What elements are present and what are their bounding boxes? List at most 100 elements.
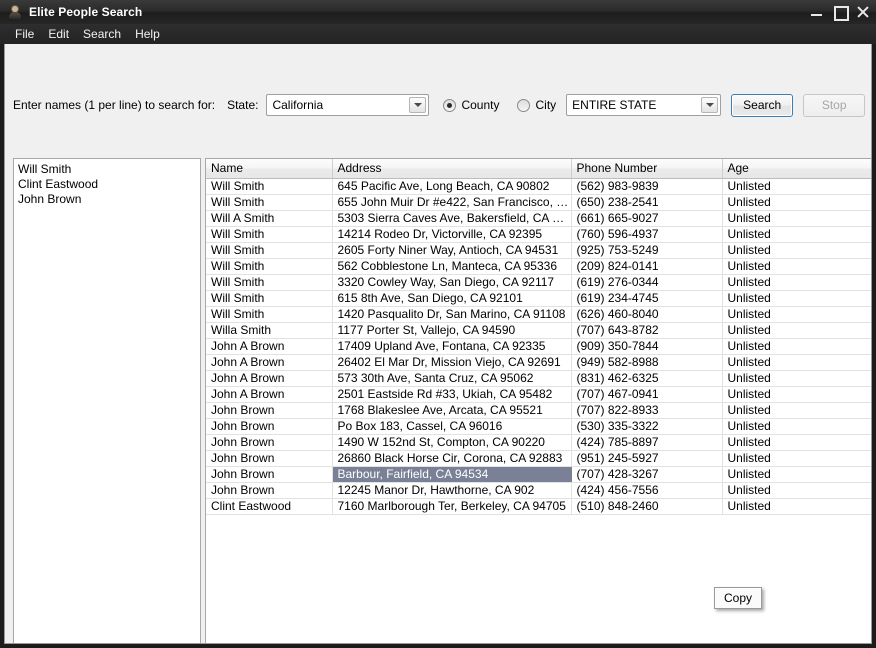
- column-header-phone[interactable]: Phone Number: [571, 159, 723, 179]
- cell-phone[interactable]: (424) 456-7556: [571, 482, 723, 499]
- cell-phone[interactable]: (619) 234-4745: [571, 290, 723, 307]
- names-input[interactable]: Will Smith Clint Eastwood John Brown: [13, 158, 201, 643]
- cell-age[interactable]: Unlisted: [722, 306, 871, 323]
- cell-phone[interactable]: (909) 350-7844: [571, 338, 723, 355]
- cell-phone[interactable]: (619) 276-0344: [571, 274, 723, 291]
- cell-name[interactable]: Will Smith: [206, 226, 333, 243]
- cell-phone[interactable]: (650) 238-2541: [571, 194, 723, 211]
- cell-name[interactable]: John A Brown: [206, 370, 333, 387]
- cell-address[interactable]: 1420 Pasqualito Dr, San Marino, CA 91108: [332, 306, 572, 323]
- cell-age[interactable]: Unlisted: [722, 482, 871, 499]
- cell-age[interactable]: Unlisted: [722, 354, 871, 371]
- cell-phone[interactable]: (707) 643-8782: [571, 322, 723, 339]
- cell-name[interactable]: John Brown: [206, 434, 333, 451]
- cell-name[interactable]: Will Smith: [206, 306, 333, 323]
- table-row[interactable]: Will A Smith 5303 Sierra Caves Ave, Baker…: [206, 210, 871, 227]
- cell-name[interactable]: John A Brown: [206, 386, 333, 403]
- cell-name[interactable]: John A Brown: [206, 338, 333, 355]
- scope-radio-county[interactable]: County: [443, 98, 499, 112]
- table-row[interactable]: Will Smith 655 John Muir Dr #e422, San Fr…: [206, 194, 871, 211]
- state-dropdown[interactable]: California: [266, 94, 430, 116]
- cell-name[interactable]: Will Smith: [206, 258, 333, 275]
- cell-name[interactable]: Willa Smith: [206, 322, 333, 339]
- cell-name[interactable]: John Brown: [206, 466, 333, 483]
- table-row[interactable]: John A Brown 2501 Eastside Rd #33, Ukiah,…: [206, 386, 871, 403]
- cell-phone[interactable]: (626) 460-8040: [571, 306, 723, 323]
- cell-phone[interactable]: (424) 785-8897: [571, 434, 723, 451]
- table-row[interactable]: John Brown Barbour, Fairfield, CA 94534 (7…: [206, 466, 871, 483]
- cell-address[interactable]: 7160 Marlborough Ter, Berkeley, CA 94705: [332, 498, 572, 515]
- maximize-icon[interactable]: [833, 5, 849, 21]
- table-row[interactable]: John Brown 26860 Black Horse Cir, Corona,…: [206, 450, 871, 467]
- cell-address[interactable]: 645 Pacific Ave, Long Beach, CA 90802: [332, 178, 572, 195]
- cell-name[interactable]: Will Smith: [206, 194, 333, 211]
- cell-age[interactable]: Unlisted: [722, 210, 871, 227]
- cell-address[interactable]: 17409 Upland Ave, Fontana, CA 92335: [332, 338, 572, 355]
- cell-age[interactable]: Unlisted: [722, 338, 871, 355]
- cell-phone[interactable]: (707) 467-0941: [571, 386, 723, 403]
- table-row[interactable]: Willa Smith 1177 Porter St, Vallejo, CA 9…: [206, 322, 871, 339]
- cell-phone[interactable]: (949) 582-8988: [571, 354, 723, 371]
- cell-address[interactable]: 26402 El Mar Dr, Mission Viejo, CA 92691: [332, 354, 572, 371]
- cell-name[interactable]: John Brown: [206, 482, 333, 499]
- column-header-age[interactable]: Age: [722, 159, 871, 179]
- cell-age[interactable]: Unlisted: [722, 418, 871, 435]
- close-icon[interactable]: [856, 5, 870, 19]
- cell-address[interactable]: 655 John Muir Dr #e422, San Francisco, C…: [332, 194, 572, 211]
- cell-address[interactable]: Barbour, Fairfield, CA 94534: [332, 466, 572, 483]
- cell-age[interactable]: Unlisted: [722, 226, 871, 243]
- cell-address[interactable]: 615 8th Ave, San Diego, CA 92101: [332, 290, 572, 307]
- menu-item-search[interactable]: Search: [76, 25, 128, 43]
- cell-name[interactable]: John Brown: [206, 418, 333, 435]
- cell-address[interactable]: 26860 Black Horse Cir, Corona, CA 92883: [332, 450, 572, 467]
- column-header-address[interactable]: Address: [332, 159, 572, 179]
- cell-age[interactable]: Unlisted: [722, 386, 871, 403]
- table-row[interactable]: John Brown Po Box 183, Cassel, CA 96016 (5…: [206, 418, 871, 435]
- cell-phone[interactable]: (760) 596-4937: [571, 226, 723, 243]
- cell-phone[interactable]: (707) 822-8933: [571, 402, 723, 419]
- cell-age[interactable]: Unlisted: [722, 498, 871, 515]
- table-row[interactable]: Will Smith 14214 Rodeo Dr, Victorville, C…: [206, 226, 871, 243]
- cell-address[interactable]: 573 30th Ave, Santa Cruz, CA 95062: [332, 370, 572, 387]
- table-row[interactable]: Will Smith 2605 Forty Niner Way, Antioch,…: [206, 242, 871, 259]
- table-row[interactable]: John A Brown 17409 Upland Ave, Fontana, C…: [206, 338, 871, 355]
- cell-name[interactable]: Will Smith: [206, 274, 333, 291]
- cell-phone[interactable]: (707) 428-3267: [571, 466, 723, 483]
- table-row[interactable]: Will Smith 3320 Cowley Way, San Diego, CA…: [206, 274, 871, 291]
- cell-name[interactable]: Will Smith: [206, 290, 333, 307]
- cell-phone[interactable]: (925) 753-5249: [571, 242, 723, 259]
- cell-address[interactable]: 2501 Eastside Rd #33, Ukiah, CA 95482: [332, 386, 572, 403]
- cell-address[interactable]: 562 Cobblestone Ln, Manteca, CA 95336: [332, 258, 572, 275]
- cell-name[interactable]: John Brown: [206, 450, 333, 467]
- table-row[interactable]: John Brown 1768 Blakeslee Ave, Arcata, CA…: [206, 402, 871, 419]
- table-row[interactable]: John A Brown 573 30th Ave, Santa Cruz, CA…: [206, 370, 871, 387]
- cell-age[interactable]: Unlisted: [722, 242, 871, 259]
- cell-address[interactable]: 14214 Rodeo Dr, Victorville, CA 92395: [332, 226, 572, 243]
- menu-item-file[interactable]: File: [8, 25, 41, 43]
- cell-address[interactable]: Po Box 183, Cassel, CA 96016: [332, 418, 572, 435]
- cell-age[interactable]: Unlisted: [722, 434, 871, 451]
- cell-age[interactable]: Unlisted: [722, 402, 871, 419]
- cell-address[interactable]: 1490 W 152nd St, Compton, CA 90220: [332, 434, 572, 451]
- cell-phone[interactable]: (209) 824-0141: [571, 258, 723, 275]
- cell-phone[interactable]: (562) 983-9839: [571, 178, 723, 195]
- cell-address[interactable]: 1768 Blakeslee Ave, Arcata, CA 95521: [332, 402, 572, 419]
- results-table[interactable]: Name Address Phone Number Age Will Smith…: [205, 158, 871, 643]
- cell-name[interactable]: Will Smith: [206, 178, 333, 195]
- cell-age[interactable]: Unlisted: [722, 370, 871, 387]
- cell-name[interactable]: John A Brown: [206, 354, 333, 371]
- cell-phone[interactable]: (661) 665-9027: [571, 210, 723, 227]
- table-row[interactable]: John Brown 12245 Manor Dr, Hawthorne, CA …: [206, 482, 871, 499]
- table-row[interactable]: John A Brown 26402 El Mar Dr, Mission Vie…: [206, 354, 871, 371]
- county-dropdown[interactable]: ENTIRE STATE: [566, 94, 722, 116]
- cell-age[interactable]: Unlisted: [722, 290, 871, 307]
- cell-age[interactable]: Unlisted: [722, 466, 871, 483]
- title-bar[interactable]: Elite People Search: [0, 0, 876, 24]
- cell-age[interactable]: Unlisted: [722, 258, 871, 275]
- cell-age[interactable]: Unlisted: [722, 194, 871, 211]
- search-button[interactable]: Search: [731, 93, 794, 117]
- cell-phone[interactable]: (831) 462-6325: [571, 370, 723, 387]
- table-row[interactable]: John Brown 1490 W 152nd St, Compton, CA 9…: [206, 434, 871, 451]
- cell-address[interactable]: 1177 Porter St, Vallejo, CA 94590: [332, 322, 572, 339]
- cell-phone[interactable]: (530) 335-3322: [571, 418, 723, 435]
